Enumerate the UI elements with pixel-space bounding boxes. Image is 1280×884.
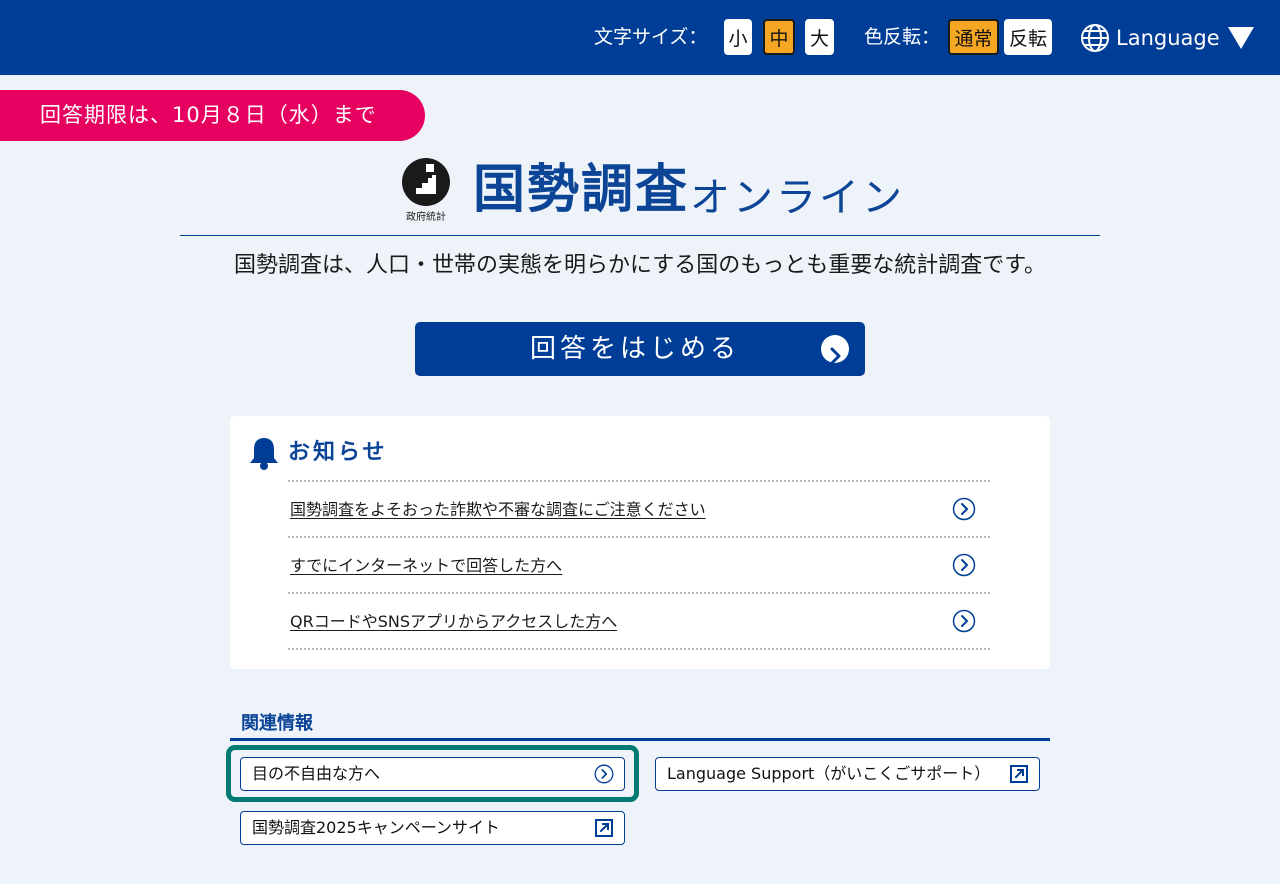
chevron-right-icon xyxy=(952,553,976,577)
header-bar: 文字サイズ： 小 中 大 色反転： 通常 反転 Language xyxy=(0,0,1280,75)
chevron-right-icon xyxy=(821,335,849,365)
tagline: 国勢調査は、人口・世帯の実態を明らかにする国のもっとも重要な統計調査です。 xyxy=(233,253,1047,278)
font-size-large-button[interactable]: 大 xyxy=(805,19,834,55)
notice-item-already-answered[interactable]: すでにインターネットで回答した方へ xyxy=(288,538,990,594)
notice-link[interactable]: 国勢調査をよそおった詐欺や不審な調査にご注意ください xyxy=(290,498,706,522)
notice-link[interactable]: QRコードやSNSアプリからアクセスした方へ xyxy=(290,610,617,634)
site-subtitle: オンライン xyxy=(690,175,905,221)
statistics-mark-icon xyxy=(402,158,450,206)
notice-title: お知らせ xyxy=(288,440,388,465)
start-answer-label: 回答をはじめる xyxy=(529,334,740,364)
globe-icon xyxy=(1081,24,1109,52)
site-title: 国勢調査 xyxy=(473,160,690,220)
notice-list: 国勢調査をよそおった詐欺や不審な調査にご注意ください すでにインターネットで回答… xyxy=(288,480,990,650)
notice-item-fraud-warning[interactable]: 国勢調査をよそおった詐欺や不審な調査にご注意ください xyxy=(288,482,990,538)
chevron-right-icon xyxy=(952,609,976,633)
chevron-right-icon xyxy=(594,764,614,784)
campaign-site-link[interactable]: 国勢調査2025キャンペーンサイト xyxy=(240,811,625,845)
font-size-medium-button[interactable]: 中 xyxy=(763,19,795,55)
color-invert-button[interactable]: 反転 xyxy=(1004,19,1052,55)
logo-caption: 政府統計 xyxy=(406,212,446,223)
language-selector[interactable]: Language xyxy=(1080,20,1254,56)
notice-link[interactable]: すでにインターネットで回答した方へ xyxy=(290,554,562,578)
color-invert-label: 色反転： xyxy=(864,26,941,48)
triangle-down-icon xyxy=(1227,27,1254,49)
deadline-banner: 回答期限は、10月８日（水）まで xyxy=(0,90,425,141)
government-statistics-logo: 政府統計 xyxy=(400,158,452,223)
notice-item-qr-sns-access[interactable]: QRコードやSNSアプリからアクセスした方へ xyxy=(288,594,990,650)
visually-impaired-link[interactable]: 目の不自由な方へ xyxy=(240,757,625,791)
bell-icon xyxy=(250,438,278,470)
font-size-label: 文字サイズ： xyxy=(594,26,708,48)
related-info-divider xyxy=(230,738,1050,741)
font-size-small-button[interactable]: 小 xyxy=(724,19,752,55)
color-normal-button[interactable]: 通常 xyxy=(948,19,999,55)
related-link-label: 国勢調査2025キャンペーンサイト xyxy=(252,818,500,837)
external-link-icon xyxy=(1010,765,1028,783)
external-link-icon xyxy=(595,819,613,837)
notice-panel: お知らせ 国勢調査をよそおった詐欺や不審な調査にご注意ください すでにインターネ… xyxy=(230,416,1050,669)
related-link-label: Language Support（がいこくごサポート） xyxy=(667,764,991,783)
chevron-right-icon xyxy=(952,497,976,521)
language-label: Language xyxy=(1116,26,1220,50)
related-link-label: 目の不自由な方へ xyxy=(252,764,381,783)
related-info-title: 関連情報 xyxy=(241,713,313,734)
start-answer-button[interactable]: 回答をはじめる xyxy=(415,322,865,376)
language-support-link[interactable]: Language Support（がいこくごサポート） xyxy=(655,757,1040,791)
title-divider xyxy=(180,235,1100,236)
